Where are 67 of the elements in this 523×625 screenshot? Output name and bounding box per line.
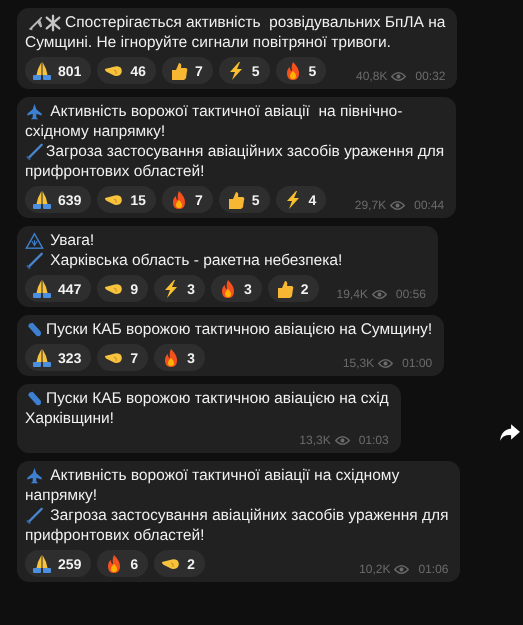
reaction-button[interactable]: 46 <box>97 57 156 84</box>
reaction-button[interactable]: 447 <box>25 275 92 302</box>
bomb-icon <box>25 321 44 339</box>
message-time: 00:32 <box>415 69 446 83</box>
reaction-button[interactable]: 3 <box>154 344 205 371</box>
praying-hands-icon <box>32 278 52 298</box>
jet-icon <box>25 467 44 485</box>
reaction-button[interactable]: 801 <box>25 57 92 84</box>
missile-icon <box>25 252 44 270</box>
reaction-button[interactable]: 323 <box>25 344 92 371</box>
praying-hands-icon <box>32 554 52 574</box>
reaction-button[interactable]: 6 <box>97 550 148 577</box>
reaction-button[interactable]: 7 <box>162 186 213 213</box>
bomb-icon <box>25 390 44 408</box>
warning-icon <box>25 232 44 250</box>
praying-hands-icon <box>32 348 52 368</box>
message-text: Увага! <box>49 231 94 251</box>
jet-icon <box>25 103 44 121</box>
message-time: 01:06 <box>418 562 448 576</box>
reaction-button[interactable]: 5 <box>218 57 270 84</box>
reaction-button[interactable]: 5 <box>276 57 326 84</box>
reaction-button[interactable]: 2 <box>268 275 319 302</box>
message-text: Спостерігається активність розвідувальних БпЛА на <box>65 13 446 33</box>
reaction-button[interactable]: 3 <box>154 275 205 302</box>
message-text: прифронтових областей! <box>25 527 204 544</box>
eye-icon <box>390 200 406 210</box>
message-time: 00:44 <box>414 198 444 212</box>
reaction-button[interactable]: 7 <box>162 57 213 84</box>
view-count: 15,3K <box>342 356 374 370</box>
view-count: 29,7K <box>354 198 386 212</box>
view-count: 10,2K <box>359 562 390 576</box>
message-text: Пуски КАБ ворожою тактичною авіацією на схід <box>46 389 389 409</box>
view-count: 13,3K <box>299 433 331 447</box>
missile-icon <box>25 143 44 161</box>
reaction-button[interactable]: 9 <box>97 275 148 302</box>
eye-icon <box>391 70 406 82</box>
message-text: Пуски КАБ ворожою тактичною авіацією на Сумщину! <box>46 320 432 340</box>
message-text: Активність ворожої тактичної авіації на східному <box>49 466 400 486</box>
message-time: 01:03 <box>358 433 389 447</box>
eye-icon <box>378 358 394 368</box>
message-text: Харківська область - ракетна небезпека! <box>49 251 342 271</box>
praying-hands-icon <box>32 190 52 210</box>
eye-icon <box>394 564 410 574</box>
message-time: 00:56 <box>396 287 426 301</box>
eye-icon <box>372 288 387 300</box>
reaction-button[interactable]: 3 <box>210 275 262 302</box>
reaction-button[interactable]: 7 <box>97 344 148 371</box>
view-count: 19,4K <box>336 287 368 301</box>
reaction-button[interactable]: 4 <box>276 186 326 213</box>
message-text: Загроза застосування авіаційних засобів ураження для <box>46 142 444 162</box>
message-text: Загроза застосування авіаційних засобів ураження для <box>49 506 448 526</box>
view-count: 40,8K <box>356 69 388 83</box>
missile-icon <box>25 507 44 525</box>
message-text: прифронтових областей! <box>25 163 204 180</box>
reaction-button[interactable]: 5 <box>218 186 270 213</box>
message-text: східному напрямку! <box>25 123 166 140</box>
reaction-button[interactable]: 639 <box>25 186 92 213</box>
eye-icon <box>334 434 350 446</box>
message-text: напрямку! <box>25 487 98 504</box>
reaction-button[interactable]: 15 <box>97 186 156 213</box>
message-time: 01:00 <box>402 356 432 370</box>
message-text: Сумщині. Не ігноруйте сигнали повітряної тривоги. <box>25 34 391 51</box>
praying-hands-icon <box>32 60 52 80</box>
reaction-button[interactable]: 259 <box>25 550 92 577</box>
message-text: Активність ворожої тактичної авіації на північно- <box>49 102 402 122</box>
reaction-button[interactable]: 2 <box>154 550 205 577</box>
message-text: Харківщини! <box>25 410 114 427</box>
